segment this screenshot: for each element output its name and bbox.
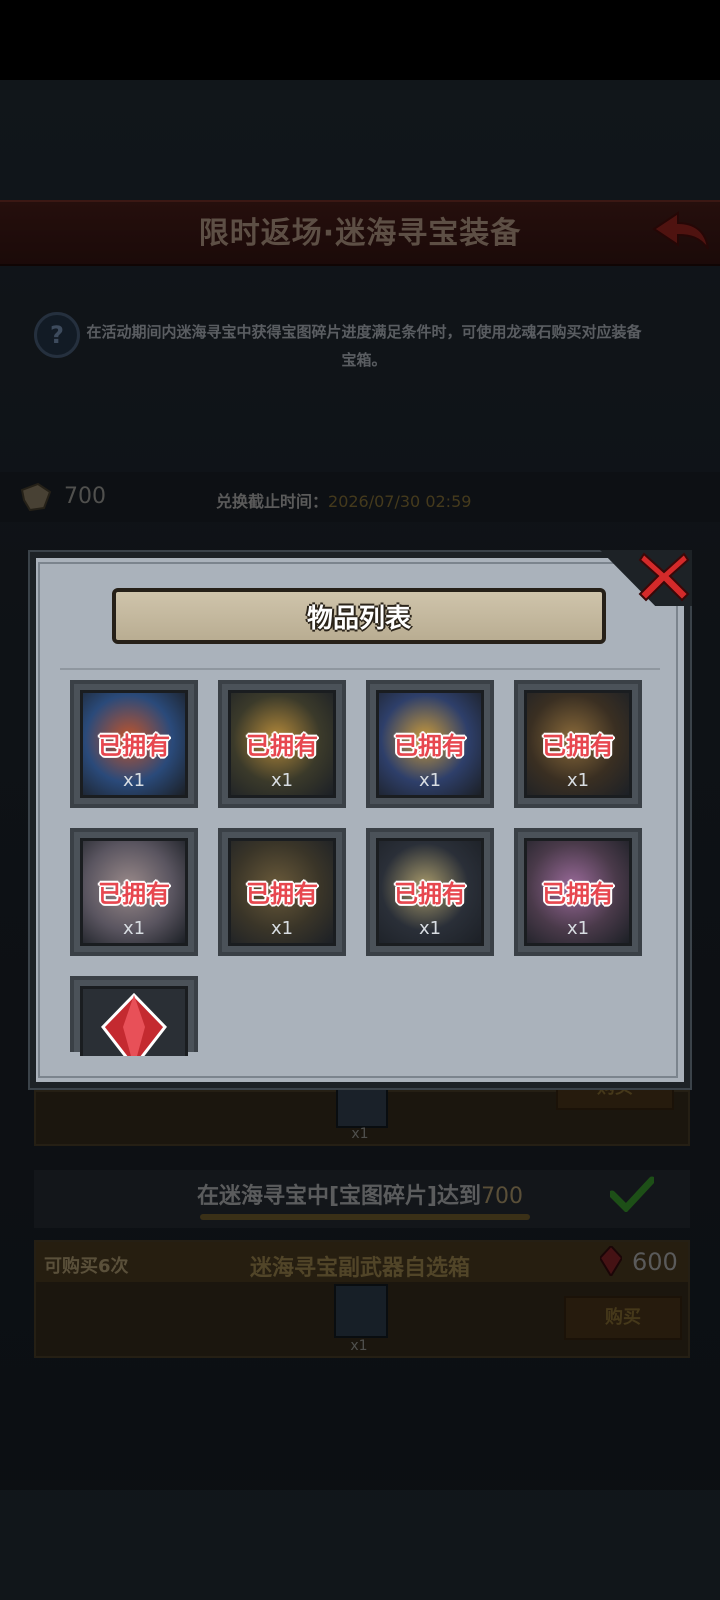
item-slot[interactable]: 已拥有 x1: [70, 680, 198, 808]
owned-label: 已拥有: [98, 732, 170, 760]
modal-title: 物品列表: [306, 604, 411, 634]
item-qty: x1: [122, 770, 146, 791]
owned-label: 已拥有: [542, 880, 614, 908]
status-bar: [0, 0, 720, 80]
item-slot[interactable]: 已拥有 x1: [514, 828, 642, 956]
item-slot[interactable]: 已拥有 x1: [366, 680, 494, 808]
close-icon[interactable]: [636, 548, 692, 604]
red-gem-icon: [80, 986, 188, 1056]
item-slot[interactable]: 已拥有 x1: [218, 680, 346, 808]
item-slot[interactable]: 已拥有 x1: [70, 828, 198, 956]
divider: [60, 668, 660, 670]
owned-label: 已拥有: [542, 732, 614, 760]
owned-label: 已拥有: [98, 880, 170, 908]
item-qty: x1: [566, 918, 590, 939]
item-qty: x1: [270, 918, 294, 939]
item-slot[interactable]: 已拥有 x1: [366, 828, 494, 956]
item-qty: x1: [270, 770, 294, 791]
item-slot[interactable]: 已拥有 x1: [514, 680, 642, 808]
owned-label: 已拥有: [394, 880, 466, 908]
item-qty: x1: [122, 918, 146, 939]
item-qty: x1: [418, 918, 442, 939]
item-slot[interactable]: [70, 976, 198, 1056]
owned-label: 已拥有: [246, 732, 318, 760]
item-qty: x1: [418, 770, 442, 791]
owned-label: 已拥有: [394, 732, 466, 760]
item-qty: x1: [566, 770, 590, 791]
owned-label: 已拥有: [246, 880, 318, 908]
item-slot[interactable]: 已拥有 x1: [218, 828, 346, 956]
